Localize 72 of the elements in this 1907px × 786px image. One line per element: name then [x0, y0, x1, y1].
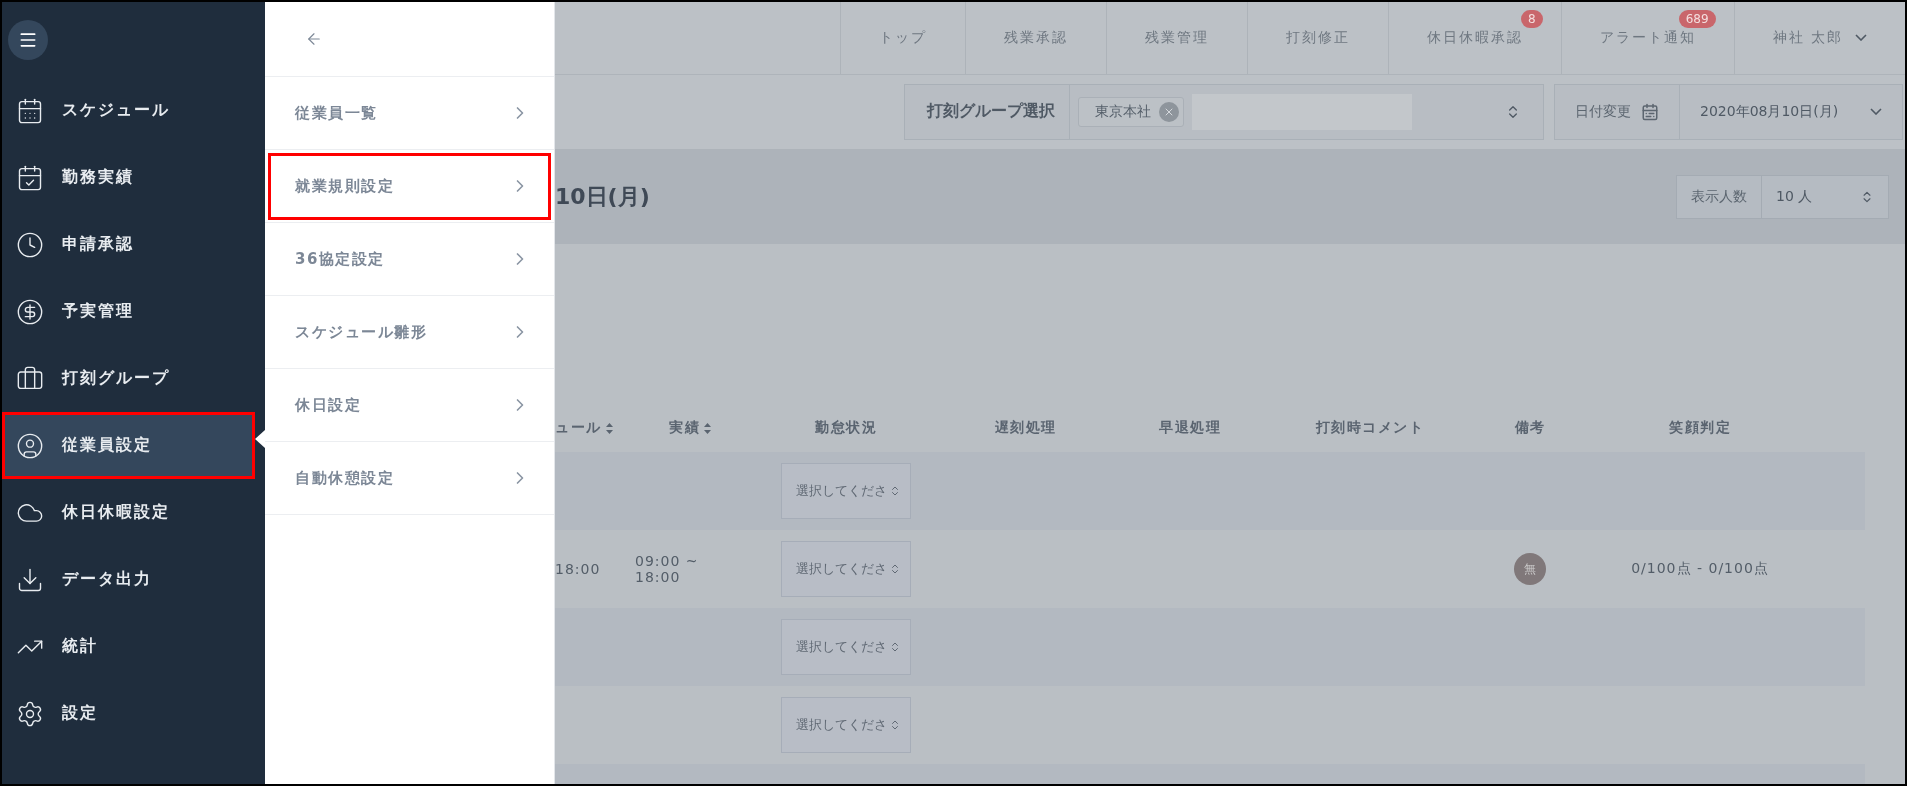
settings-icon: [16, 699, 44, 728]
column-header: 遅刻処理: [993, 419, 1058, 437]
sort-arrows-icon: [889, 563, 901, 575]
sidebar-item[interactable]: 勤務実績: [2, 144, 265, 211]
date-picker[interactable]: 日付変更 2020年08月10日(月): [1554, 83, 1903, 140]
column-header: 笑顔判定: [1668, 419, 1732, 437]
sidebar-item[interactable]: 予実管理: [2, 278, 265, 345]
column-header: 勤怠状況: [814, 419, 878, 437]
chevron-down-icon: [1870, 108, 1882, 116]
submenu-label: 就業規則設定: [295, 176, 394, 196]
column-header: 打刻時コメント: [1314, 419, 1426, 437]
column-header: 備考: [1513, 419, 1547, 437]
submenu-item[interactable]: 休日設定: [265, 369, 554, 442]
submenu-item[interactable]: 36協定設定: [265, 223, 554, 296]
filter-label: 打刻グループ選択: [905, 84, 1070, 139]
nav-link[interactable]: トップ: [839, 2, 965, 74]
sidebar-item[interactable]: 統計: [2, 613, 265, 680]
submenu-item[interactable]: 自動休憩設定: [265, 442, 554, 515]
per-page-value[interactable]: 10 人: [1762, 175, 1888, 218]
submenu-label: スケジュール雛形: [295, 322, 427, 342]
tag-label: 東京本社: [1095, 102, 1151, 121]
chevron-down-icon: [1855, 34, 1867, 42]
clock-icon: [16, 230, 44, 259]
date-change-button[interactable]: 日付変更: [1555, 84, 1680, 139]
sidebar-item[interactable]: データ出力: [2, 546, 265, 613]
status-select[interactable]: 選択してくださ: [781, 697, 911, 753]
submenu-item[interactable]: スケジュール雛形: [265, 296, 554, 369]
sort-arrows-icon: [889, 641, 901, 653]
sidebar-item[interactable]: 申請承認: [2, 211, 265, 278]
nav-link[interactable]: 残業承認: [964, 2, 1106, 74]
submenu-label: 36協定設定: [295, 249, 385, 269]
calendar-check-icon: [16, 163, 44, 192]
table-cell-text: 0/100点 - 0/100点: [1630, 560, 1770, 578]
column-header[interactable]: 実績: [635, 419, 745, 437]
remove-icon[interactable]: [1159, 101, 1179, 122]
page-title: 10日(月): [555, 182, 650, 211]
count-badge: 689: [1678, 10, 1716, 28]
user-menu[interactable]: 神社 太郎: [1733, 2, 1905, 74]
sidebar-item[interactable]: 従業員設定: [2, 412, 255, 479]
table-cell-text: 18:00: [555, 561, 602, 577]
nav-link[interactable]: アラート通知 689: [1560, 2, 1734, 74]
nav-link[interactable]: 休日休暇承認 8: [1387, 2, 1561, 74]
submenu-label: 自動休憩設定: [295, 468, 394, 488]
sidebar-item[interactable]: 設定: [2, 680, 265, 747]
submenu-label: 従業員一覧: [295, 103, 378, 123]
nav-link[interactable]: 残業管理: [1105, 2, 1247, 74]
dollar-icon: [16, 297, 44, 326]
sidebar-item[interactable]: 休日休暇設定: [2, 479, 265, 546]
per-page-select[interactable]: 表示人数 10 人: [1676, 174, 1889, 219]
submenu-label: 休日設定: [295, 395, 361, 415]
menu-button[interactable]: [8, 19, 48, 60]
sort-arrows-icon: [889, 485, 901, 497]
status-select[interactable]: 選択してくださ: [781, 463, 911, 519]
group-select[interactable]: 東京本社: [1070, 84, 1543, 139]
column-header: 早退処理: [1158, 419, 1222, 437]
note-badge: 無: [1514, 553, 1546, 585]
calendar-icon: [1641, 102, 1659, 121]
count-badge: 8: [1520, 10, 1543, 28]
column-header[interactable]: ュール: [555, 419, 635, 437]
sidebar-item[interactable]: スケジュール: [2, 77, 265, 144]
calendar-icon: [16, 96, 44, 125]
table-cell-text: 09:00 ~ 18:00: [635, 553, 700, 585]
date-select[interactable]: 2020年08月10日(月): [1680, 84, 1902, 139]
sort-arrows-icon: [889, 719, 901, 731]
per-page-label: 表示人数: [1677, 175, 1762, 218]
submenu-item[interactable]: 従業員一覧: [265, 77, 554, 150]
status-select[interactable]: 選択してくださ: [781, 541, 911, 597]
status-select[interactable]: 選択してくださ: [781, 619, 911, 675]
user-icon: [16, 431, 44, 460]
submenu-item[interactable]: 就業規則設定: [265, 150, 554, 223]
sidebar-item[interactable]: 打刻グループ: [2, 345, 265, 412]
nav-link[interactable]: 打刻修正: [1246, 2, 1388, 74]
